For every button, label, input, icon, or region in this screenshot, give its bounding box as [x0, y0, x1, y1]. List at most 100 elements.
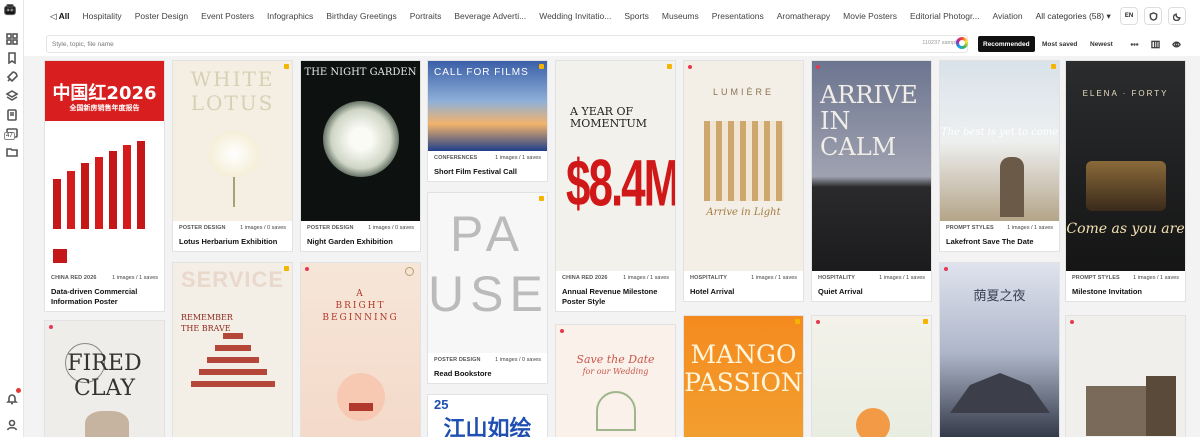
- rocket-icon[interactable]: [5, 70, 19, 84]
- tab-sports[interactable]: Sports: [624, 11, 649, 21]
- card-category: PROMPT STYLES: [1072, 275, 1120, 281]
- app-logo-icon[interactable]: [4, 4, 16, 16]
- card-meta: POSTER DESIGN 1 images / 0 saves Read Boo…: [428, 353, 547, 383]
- card-thumbnail[interactable]: 25 江山如绘: [428, 395, 547, 437]
- card-thumbnail[interactable]: CALL FOR FILMS: [428, 61, 547, 151]
- tab-poster-design[interactable]: Poster Design: [135, 11, 188, 21]
- gallery-card[interactable]: Save the Date for our Wedding: [555, 324, 676, 437]
- seal-icon: [405, 267, 414, 276]
- all-categories-dropdown[interactable]: All categories (58) ▾: [1036, 11, 1111, 22]
- tab-museums[interactable]: Museums: [662, 11, 699, 21]
- card-stats: 1 images / 1 saves: [623, 275, 669, 281]
- search-placeholder: Style, topic, file name: [52, 40, 114, 48]
- card-title[interactable]: Quiet Arrival: [818, 287, 925, 297]
- card-title[interactable]: Short Film Festival Call: [434, 167, 541, 177]
- card-thumbnail[interactable]: LUMIÈRE Arrive in Light: [684, 61, 803, 271]
- tab-presentations[interactable]: Presentations: [712, 11, 764, 21]
- theme-toggle-button[interactable]: [1168, 7, 1186, 25]
- card-thumbnail[interactable]: The best is yet to come: [940, 61, 1059, 221]
- layers-icon[interactable]: [5, 89, 19, 103]
- tab-wedding[interactable]: Wedding Invitatio...: [539, 11, 611, 21]
- tab-portraits[interactable]: Portraits: [410, 11, 442, 21]
- card-title[interactable]: Lakefront Save The Date: [946, 237, 1053, 247]
- card-thumbnail[interactable]: [812, 316, 931, 437]
- book-icon[interactable]: [5, 108, 19, 122]
- thumb-subtitle: CLAY: [74, 376, 135, 401]
- tab-all[interactable]: ◁ All: [50, 11, 69, 22]
- card-title[interactable]: Lotus Herbarium Exhibition: [179, 237, 286, 247]
- gallery-card[interactable]: MANGO PASSION: [683, 315, 804, 437]
- columns-icon[interactable]: [1148, 37, 1162, 51]
- tab-beverage[interactable]: Beverage Adverti...: [454, 11, 526, 21]
- bell-icon[interactable]: [5, 392, 19, 406]
- card-category: PROMPT STYLES: [946, 225, 994, 231]
- card-title[interactable]: Night Garden Exhibition: [307, 237, 414, 247]
- language-button[interactable]: EN: [1120, 7, 1138, 25]
- thumb-subtitle: Arrive in Light: [706, 207, 781, 218]
- card-thumbnail[interactable]: SERVICE REMEMBER THE BRAVE: [173, 263, 292, 437]
- gallery-card[interactable]: SERVICE REMEMBER THE BRAVE: [172, 262, 293, 437]
- gallery-card[interactable]: ARRIVE IN CALM HOSPITALITY 1 images / 1 s…: [811, 60, 932, 302]
- gallery-card[interactable]: A BRIGHT BEGINNING: [300, 262, 421, 437]
- card-thumbnail[interactable]: FIRED CLAY: [45, 321, 164, 437]
- card-thumbnail[interactable]: WHITE LOTUS: [173, 61, 292, 221]
- sort-newest-button[interactable]: Newest: [1085, 36, 1118, 52]
- card-thumbnail[interactable]: THE NIGHT GARDEN: [301, 61, 420, 221]
- tab-editorial[interactable]: Editorial Photogr...: [910, 11, 979, 21]
- bookmark-icon[interactable]: [5, 51, 19, 65]
- gallery-card[interactable]: 25 江山如绘: [427, 394, 548, 437]
- gallery-card[interactable]: A YEAR OF MOMENTUM $8.4M CHINA RED 2026 1…: [555, 60, 676, 312]
- card-title[interactable]: Milestone Invitation: [1072, 287, 1179, 297]
- gallery-card[interactable]: CALL FOR FILMS CONFERENCES 1 images / 1 s…: [427, 60, 548, 182]
- gallery-card[interactable]: The best is yet to come PROMPT STYLES 1 i…: [939, 60, 1060, 252]
- card-category: CONFERENCES: [434, 155, 478, 161]
- gallery-card[interactable]: WHITE LOTUS POSTER DESIGN 1 images / 0 sa…: [172, 60, 293, 252]
- card-stats: 1 images / 1 saves: [1133, 275, 1179, 281]
- sort-most-saved-button[interactable]: Most saved: [1037, 36, 1082, 52]
- grid-icon[interactable]: [5, 32, 19, 46]
- card-title[interactable]: Read Bookstore: [434, 369, 541, 379]
- card-title[interactable]: Annual Revenue Milestone Poster Style: [562, 287, 669, 307]
- gallery-card[interactable]: PA USE POSTER DESIGN 1 images / 0 saves R…: [427, 192, 548, 384]
- folder-icon[interactable]: [5, 145, 19, 159]
- card-thumbnail[interactable]: 中国红2026 全国新房销售年度报告: [45, 61, 164, 271]
- search-input[interactable]: Style, topic, file name 110237 sampl...: [46, 35, 968, 53]
- card-thumbnail[interactable]: PA USE: [428, 193, 547, 353]
- gallery-card[interactable]: 中国红2026 全国新房销售年度报告 CHINA RED 2026 1 image…: [44, 60, 165, 312]
- card-thumbnail[interactable]: MANGO PASSION: [684, 316, 803, 437]
- tab-birthday-greetings[interactable]: Birthday Greetings: [326, 11, 396, 21]
- more-options-icon[interactable]: [1127, 37, 1141, 51]
- tab-aviation[interactable]: Aviation: [992, 11, 1022, 21]
- gallery-card[interactable]: 荫夏之夜: [939, 262, 1060, 437]
- sort-recommended-button[interactable]: Recommended: [978, 36, 1035, 52]
- tab-hospitality[interactable]: Hospitality: [82, 11, 121, 21]
- gallery-card[interactable]: [1065, 315, 1186, 437]
- card-thumbnail[interactable]: A BRIGHT BEGINNING: [301, 263, 420, 437]
- thumb-headline: 荫夏之夜: [973, 289, 1026, 304]
- card-thumbnail[interactable]: [1066, 316, 1185, 437]
- tab-movie-posters[interactable]: Movie Posters: [843, 11, 897, 21]
- tab-infographics[interactable]: Infographics: [267, 11, 313, 21]
- gallery-card[interactable]: LUMIÈRE Arrive in Light HOSPITALITY 1 ima…: [683, 60, 804, 302]
- card-thumbnail[interactable]: 荫夏之夜: [940, 263, 1059, 437]
- tab-event-posters[interactable]: Event Posters: [201, 11, 254, 21]
- gallery-card[interactable]: THE NIGHT GARDEN POSTER DESIGN 1 images /…: [300, 60, 421, 252]
- card-meta: HOSPITALITY 1 images / 1 saves Quiet Arri…: [812, 271, 931, 301]
- thumb-headline: SERVICE: [180, 267, 285, 292]
- gallery-card[interactable]: [811, 315, 932, 437]
- status-dot: [944, 267, 948, 271]
- thumb-headline: FIRED: [67, 351, 142, 376]
- card-thumbnail[interactable]: A YEAR OF MOMENTUM $8.4M: [556, 61, 675, 271]
- color-filter-icon[interactable]: [956, 37, 968, 49]
- user-icon[interactable]: [5, 418, 19, 432]
- eye-icon[interactable]: [1169, 37, 1183, 51]
- gallery-card[interactable]: ELENA · FORTY Come as you are PROMPT STY…: [1065, 60, 1186, 302]
- gallery-card[interactable]: FIRED CLAY: [44, 320, 165, 437]
- card-thumbnail[interactable]: ELENA · FORTY Come as you are: [1066, 61, 1185, 271]
- card-title[interactable]: Hotel Arrival: [690, 287, 797, 297]
- card-title[interactable]: Data-driven Commercial Information Poste…: [51, 287, 158, 307]
- card-thumbnail[interactable]: Save the Date for our Wedding: [556, 325, 675, 437]
- card-thumbnail[interactable]: ARRIVE IN CALM: [812, 61, 931, 271]
- tab-aromatherapy[interactable]: Aromatherapy: [777, 11, 830, 21]
- shield-button[interactable]: [1144, 7, 1162, 25]
